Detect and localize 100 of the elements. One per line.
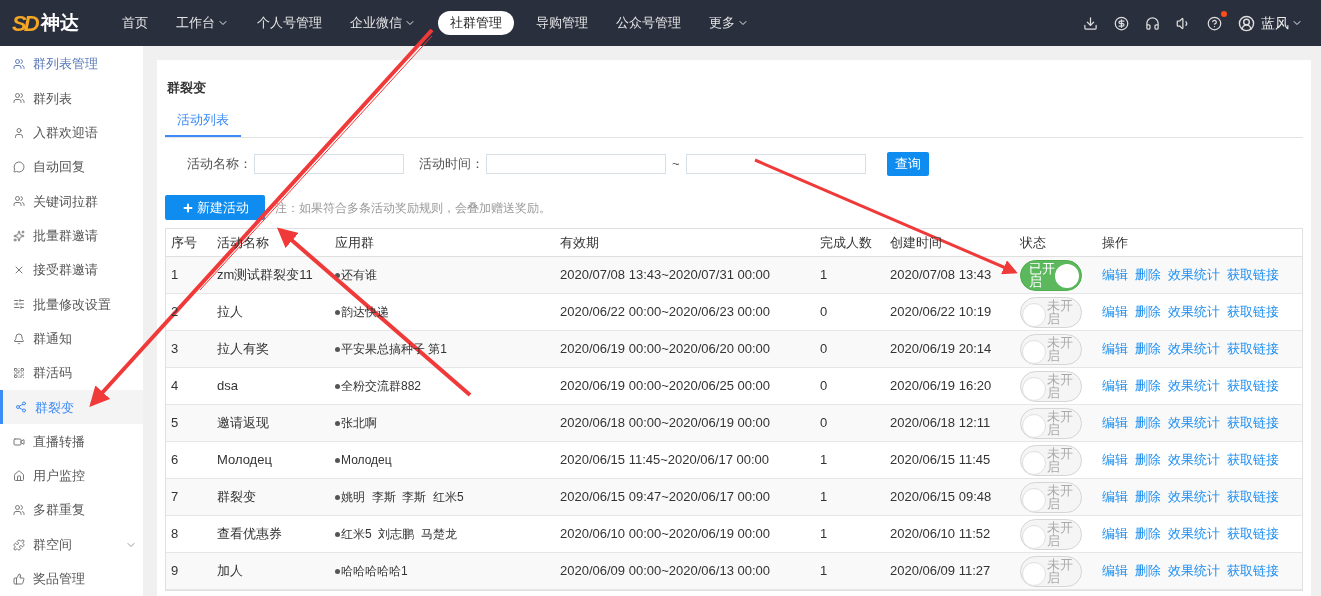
sidebar-item[interactable]: 群通知 (0, 321, 143, 356)
status-toggle[interactable]: 已开启 (1020, 259, 1082, 291)
action-link[interactable]: 删除 (1135, 376, 1161, 396)
query-button[interactable]: 查询 (886, 152, 929, 176)
status-toggle[interactable]: 未开启 (1020, 370, 1082, 402)
table-cell-text: 全粉交流群882 (341, 378, 422, 395)
sidebar-item[interactable]: 直播转播 (0, 424, 143, 459)
action-link[interactable]: 编辑 (1102, 450, 1128, 470)
action-link[interactable]: 删除 (1135, 487, 1161, 507)
table-cell: 查看优惠券 (217, 526, 282, 542)
action-link[interactable]: 效果统计 (1168, 339, 1220, 359)
sidebar-item[interactable]: 用户监控 (0, 458, 143, 494)
action-link[interactable]: 获取链接 (1227, 339, 1279, 359)
action-link[interactable]: 编辑 (1102, 339, 1128, 359)
sliders-icon (13, 298, 25, 311)
status-label: 已开启 (1029, 261, 1056, 288)
action-link[interactable]: 编辑 (1102, 487, 1128, 507)
action-link[interactable]: 效果统计 (1168, 450, 1220, 470)
new-activity-button[interactable]: 新建活动 (165, 195, 265, 220)
help-icon[interactable] (1207, 15, 1222, 31)
table-cell: 2020/06/10 00:00~2020/06/19 00:00 (560, 526, 770, 542)
end-time-field[interactable] (685, 154, 866, 174)
sidebar-item[interactable]: 自动回复 (0, 149, 143, 185)
table-cell: 2020/06/15 11:45 (890, 452, 991, 468)
nav-item[interactable]: 导购管理 (530, 11, 594, 35)
sidebar-item[interactable]: 群列表 (0, 81, 143, 116)
action-link[interactable]: 编辑 (1102, 413, 1128, 433)
status-toggle[interactable]: 未开启 (1020, 555, 1082, 587)
status-toggle[interactable]: 未开启 (1020, 296, 1082, 328)
sidebar-item[interactable]: 批量群邀请 (0, 218, 143, 253)
nav-item[interactable]: 首页 (116, 11, 154, 35)
table-cell: 1 (820, 452, 828, 468)
action-link[interactable]: 效果统计 (1168, 487, 1220, 507)
table-cell: 9 (171, 563, 179, 579)
headset-icon[interactable] (1145, 15, 1160, 31)
action-link[interactable]: 删除 (1135, 561, 1161, 581)
nav-item[interactable]: 个人号管理 (251, 11, 328, 35)
sidebar-item[interactable]: 批量修改设置 (0, 287, 143, 322)
action-link[interactable]: 编辑 (1102, 376, 1128, 396)
action-link[interactable]: 获取链接 (1227, 450, 1279, 470)
action-link[interactable]: 获取链接 (1227, 265, 1279, 285)
action-link[interactable]: 删除 (1135, 339, 1161, 359)
status-label: 未开启 (1047, 446, 1074, 473)
activity-name-field[interactable] (254, 154, 404, 174)
action-link[interactable]: 编辑 (1102, 524, 1128, 544)
puzzle-icon (13, 538, 25, 551)
status-toggle[interactable]: 未开启 (1020, 407, 1082, 439)
action-link[interactable]: 删除 (1135, 302, 1161, 322)
table-cell: 0 (820, 378, 828, 394)
user-avatar-icon[interactable] (1238, 14, 1255, 32)
status-toggle[interactable]: 未开启 (1020, 518, 1082, 550)
action-link[interactable]: 获取链接 (1227, 561, 1279, 581)
table-cell-text: Молодец (341, 452, 392, 469)
action-link[interactable]: 删除 (1135, 524, 1161, 544)
action-link[interactable]: 效果统计 (1168, 413, 1220, 433)
note-text: 注：如果符合多条活动奖励规则，会叠加赠送奖励。 (275, 199, 551, 217)
action-link[interactable]: 效果统计 (1168, 265, 1220, 285)
sidebar-item[interactable]: 群裂变 (0, 390, 143, 425)
action-link[interactable]: 效果统计 (1168, 524, 1220, 544)
table-cell: 2020/06/22 00:00~2020/06/23 00:00 (560, 304, 770, 320)
sidebar-item[interactable]: 群活码 (0, 355, 143, 391)
action-link[interactable]: 获取链接 (1227, 487, 1279, 507)
status-toggle[interactable]: 未开启 (1020, 444, 1082, 476)
action-link[interactable]: 删除 (1135, 265, 1161, 285)
sidebar-item[interactable]: 多群重复 (0, 493, 143, 528)
action-link[interactable]: 删除 (1135, 450, 1161, 470)
status-toggle[interactable]: 未开启 (1020, 481, 1082, 513)
nav-item[interactable]: 更多 (703, 11, 755, 35)
start-time-field[interactable] (486, 154, 666, 174)
nav-item[interactable]: 公众号管理 (610, 11, 687, 35)
status-toggle[interactable]: 未开启 (1020, 333, 1082, 365)
action-link[interactable]: 获取链接 (1227, 302, 1279, 322)
action-link[interactable]: 删除 (1135, 413, 1161, 433)
action-link[interactable]: 获取链接 (1227, 376, 1279, 396)
action-link[interactable]: 效果统计 (1168, 561, 1220, 581)
action-link[interactable]: 效果统计 (1168, 302, 1220, 322)
download-icon[interactable] (1083, 15, 1098, 31)
sidebar-item[interactable]: 接受群邀请 (0, 252, 143, 288)
nav-item[interactable]: 社群管理 (438, 11, 514, 35)
action-link[interactable]: 编辑 (1102, 265, 1128, 285)
sidebar-item[interactable]: 入群欢迎语 (0, 115, 143, 150)
action-link[interactable]: 编辑 (1102, 302, 1128, 322)
sidebar-item[interactable]: 关键词拉群 (0, 184, 143, 219)
action-link[interactable]: 编辑 (1102, 561, 1128, 581)
action-link[interactable]: 获取链接 (1227, 524, 1279, 544)
currency-icon[interactable] (1114, 15, 1129, 31)
sidebar-item[interactable]: 群空间 (0, 527, 143, 562)
sidebar-item[interactable]: 奖品管理 (0, 561, 143, 596)
table-cell: 6 (171, 452, 179, 468)
nav-item[interactable]: 工作台 (170, 11, 235, 35)
action-link[interactable]: 效果统计 (1168, 376, 1220, 396)
status-label: 未开启 (1047, 298, 1074, 325)
nav-item[interactable]: 企业微信 (344, 11, 422, 35)
person-icon (13, 126, 25, 139)
user-menu[interactable]: 蓝风 (1261, 12, 1303, 34)
tab[interactable]: 活动列表 (165, 109, 241, 137)
table-cell: 2020/06/18 12:11 (890, 415, 991, 431)
sidebar-item[interactable]: 群列表管理 (0, 47, 143, 82)
users-icon (13, 504, 25, 517)
action-link[interactable]: 获取链接 (1227, 413, 1279, 433)
